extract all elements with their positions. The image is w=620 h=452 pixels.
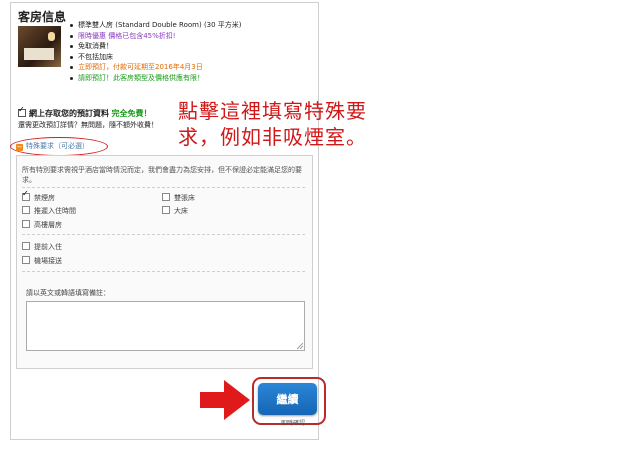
checkbox[interactable] bbox=[22, 189, 30, 201]
annotation-text: 點擊這裡填寫特殊要 求，例如非吸煙室。 bbox=[178, 98, 367, 150]
instant-confirm-note: 即時確認 bbox=[281, 420, 306, 427]
feature-limited: 請即預訂！此客房類型及價格供應有限！ bbox=[70, 73, 242, 84]
option-label: 機場接送 bbox=[34, 257, 62, 265]
option-label: 推遲入住時間 bbox=[34, 207, 76, 215]
remark-textarea[interactable] bbox=[26, 301, 305, 351]
special-requests-note: 所有特別要求需視乎酒店當時情況而定，我們會盡力為您安排，但不保證必定能滿足您的要… bbox=[22, 166, 302, 184]
collapse-icon: − bbox=[16, 143, 23, 151]
divider bbox=[22, 234, 305, 235]
feature-no-extra-bed: 不包括加床 bbox=[70, 52, 242, 63]
save-booking-label: 網上存取您的預訂資料 bbox=[29, 109, 109, 118]
arrow-shape bbox=[200, 380, 250, 420]
room-feature-list: 標準雙人房 (Standard Double Room) (30 平方米) 限時… bbox=[70, 20, 242, 83]
option-twin-beds[interactable]: 雙張床 bbox=[162, 193, 195, 203]
red-arrow-icon bbox=[200, 380, 250, 420]
feature-discount: 限時優惠 價格已包含45%折扣! bbox=[70, 31, 242, 42]
option-late-checkin[interactable]: 推遲入住時間 bbox=[22, 206, 76, 216]
checkbox[interactable] bbox=[22, 220, 30, 228]
option-early-checkin[interactable]: 提前入住 bbox=[22, 242, 62, 252]
resize-grip-icon[interactable] bbox=[297, 343, 303, 349]
feature-pay-later: 立即預訂，付款可延期至2016年4月3日 bbox=[70, 62, 242, 73]
change-booking-note: 還需更改預訂詳情？無問題，隨不額外收費！ bbox=[18, 121, 158, 129]
option-large-bed[interactable]: 大床 bbox=[162, 206, 188, 216]
annotation-line-2: 求，例如非吸煙室。 bbox=[178, 125, 367, 149]
special-requests-toggle[interactable]: − 特殊要求（可必選） bbox=[16, 141, 89, 151]
option-label: 大床 bbox=[174, 207, 188, 215]
checkbox[interactable] bbox=[162, 206, 170, 214]
feature-room-type: 標準雙人房 (Standard Double Room) (30 平方米) bbox=[70, 20, 242, 31]
special-requests-label: 特殊要求（可必選） bbox=[26, 142, 89, 150]
option-high-floor[interactable]: 高樓層房 bbox=[22, 220, 62, 230]
checkbox[interactable] bbox=[162, 193, 170, 201]
checkbox[interactable] bbox=[22, 256, 30, 264]
remark-label: 請以英文或韓語填寫備註： bbox=[26, 289, 110, 297]
option-non-smoking[interactable]: 禁煙房 bbox=[22, 189, 55, 203]
checkbox[interactable] bbox=[22, 206, 30, 214]
annotation-line-1: 點擊這裡填寫特殊要 bbox=[178, 99, 367, 123]
option-label: 禁煙房 bbox=[34, 194, 55, 202]
option-label: 雙張床 bbox=[174, 194, 195, 202]
option-airport-transfer[interactable]: 機場接送 bbox=[22, 256, 62, 266]
divider bbox=[22, 271, 305, 272]
feature-free-cancel: 免取消費！ bbox=[70, 41, 242, 52]
continue-button[interactable]: 繼續 bbox=[258, 383, 317, 415]
room-photo bbox=[18, 26, 61, 67]
save-booking-checkbox[interactable] bbox=[18, 105, 26, 117]
save-booking-row: 網上存取您的預訂資料 完全免費！ bbox=[18, 105, 152, 119]
free-badge: 完全免費！ bbox=[111, 109, 152, 118]
checkbox[interactable] bbox=[22, 242, 30, 250]
bed-shape bbox=[24, 48, 54, 60]
option-label: 提前入住 bbox=[34, 243, 62, 251]
divider bbox=[22, 187, 305, 188]
lamp-shape bbox=[48, 32, 55, 41]
panel-title: 客房信息 bbox=[18, 10, 67, 24]
option-label: 高樓層房 bbox=[34, 221, 62, 229]
